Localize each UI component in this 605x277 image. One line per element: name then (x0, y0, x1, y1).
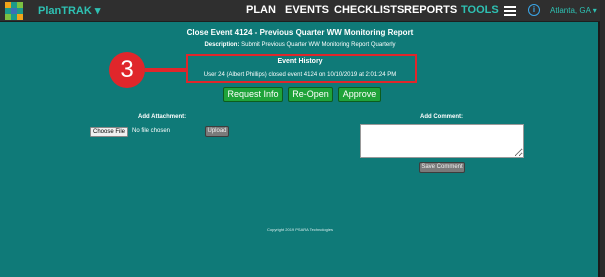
nav-item-tools[interactable]: TOOLS (461, 4, 499, 16)
reopen-button[interactable]: Re-Open (288, 87, 333, 102)
footer-copyright: Copyright 2019 PSARA Technologies (267, 227, 333, 232)
nav-item-checklists[interactable]: CHECKLISTS (334, 4, 404, 16)
chevron-down-icon: ▾ (592, 6, 597, 15)
event-history-title: Event History (277, 58, 323, 65)
comment-textarea[interactable] (360, 124, 524, 158)
nav-item-events[interactable]: EVENTS (285, 4, 329, 16)
nav-item-plan[interactable]: PLAN (246, 4, 276, 16)
top-navbar: PlanTRAK ▾ PLAN EVENTS CHECKLISTS REPORT… (0, 0, 600, 22)
event-history-entry: User 24 (Albert Phillips) closed event 4… (203, 72, 397, 78)
description-value: Submit Previous Quarter WW Monitoring Re… (241, 42, 396, 48)
save-comment-button[interactable]: Save Comment (419, 162, 465, 173)
file-status-text: No file chosen (132, 128, 171, 134)
chevron-down-icon: ▾ (94, 5, 101, 17)
app-window: PlanTRAK ▾ PLAN EVENTS CHECKLISTS REPORT… (0, 0, 600, 277)
event-description: Description: Submit Previous Quarter WW … (0, 42, 600, 48)
annotation-connector (145, 68, 186, 72)
approve-button[interactable]: Approve (338, 87, 381, 102)
add-attachment-label: Add Attachment: (138, 114, 187, 120)
info-icon[interactable]: i (528, 4, 540, 16)
step-number-badge: 3 (109, 52, 145, 88)
nav-item-reports[interactable]: REPORTS (404, 4, 457, 16)
add-comment-label: Add Comment: (420, 114, 463, 120)
description-label: Description: (204, 42, 240, 48)
page-title: Close Event 4124 - Previous Quarter WW M… (186, 28, 414, 37)
location-selector[interactable]: Atlanta, GA ▾ (550, 6, 597, 15)
brand-menu[interactable]: PlanTRAK ▾ (38, 4, 100, 17)
upload-button[interactable]: Upload (205, 126, 229, 137)
choose-file-button[interactable]: Choose File (90, 127, 128, 137)
location-label: Atlanta, GA (550, 6, 591, 15)
request-info-button[interactable]: Request Info (223, 87, 283, 102)
brand-name: PlanTRAK (38, 5, 92, 17)
hamburger-menu-icon[interactable] (504, 6, 516, 16)
logo-icon[interactable] (5, 2, 23, 20)
